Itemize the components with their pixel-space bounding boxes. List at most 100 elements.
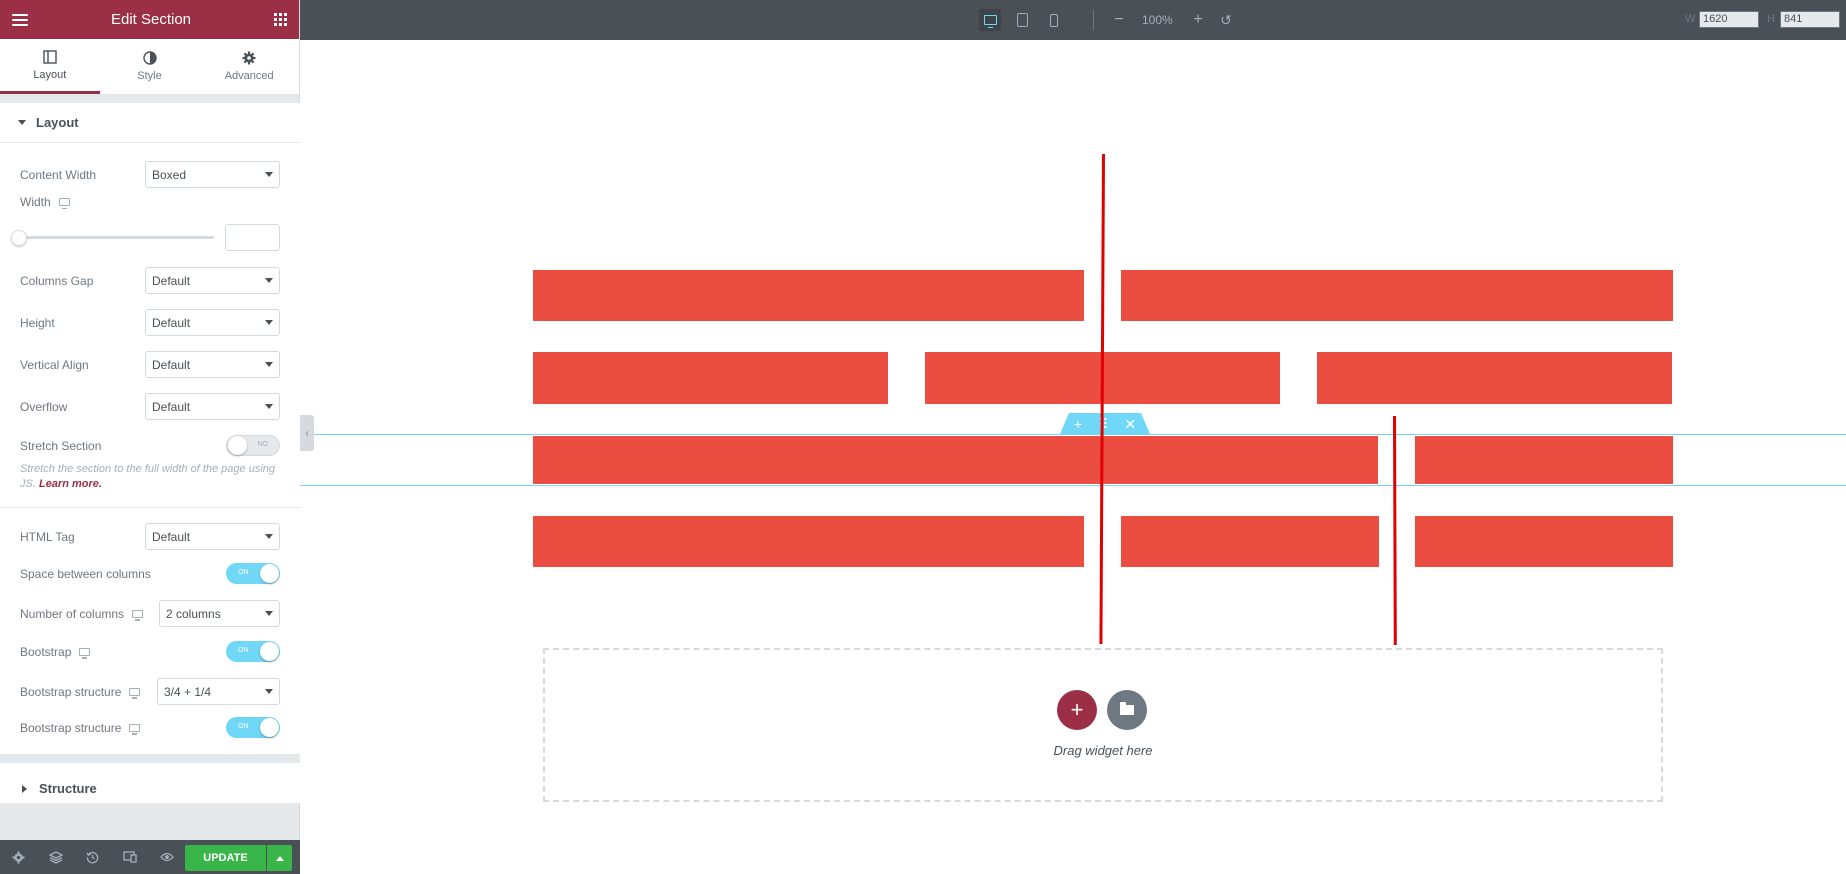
height-select[interactable]: Default: [145, 309, 280, 336]
chevron-down-icon: [265, 362, 273, 367]
control-label: Content Width: [20, 167, 97, 182]
layers-icon[interactable]: [37, 840, 74, 874]
add-template-button[interactable]: [1107, 690, 1147, 730]
content-width-select[interactable]: Boxed: [145, 161, 280, 188]
desktop-icon[interactable]: [129, 687, 141, 699]
vertical-align-select[interactable]: Default: [145, 351, 280, 378]
update-button[interactable]: UPDATE: [185, 845, 266, 871]
control-label: Bootstrap: [20, 644, 72, 659]
desktop-device-button[interactable]: [979, 9, 1001, 31]
content-width-control: Content Width Boxed: [20, 161, 280, 188]
section-title: Structure: [39, 781, 97, 796]
bootstrap-structure-toggle[interactable]: ON: [226, 717, 280, 738]
number-of-columns-control: Number of columns 2 columns: [20, 600, 280, 627]
column-block[interactable]: [533, 352, 888, 404]
drop-zone[interactable]: [543, 648, 1663, 802]
column-block[interactable]: [533, 436, 1378, 484]
control-label: Bootstrap structure: [20, 720, 122, 735]
viewport-width-input[interactable]: 1620: [1699, 11, 1759, 28]
guide-line: [1393, 415, 1397, 645]
responsive-mode-icon[interactable]: [111, 840, 148, 874]
preview-eye-icon[interactable]: [148, 840, 185, 874]
bootstrap-toggle[interactable]: ON: [226, 641, 280, 662]
menu-icon[interactable]: [12, 13, 28, 26]
stretch-section-toggle[interactable]: NO: [226, 435, 280, 456]
toggle-knob: [228, 436, 247, 455]
column-block[interactable]: [1415, 516, 1673, 567]
html-tag-select[interactable]: Default: [145, 523, 280, 550]
desktop-icon[interactable]: [132, 609, 144, 621]
panel-header: Edit Section: [0, 0, 299, 39]
panel-title: Edit Section: [110, 11, 192, 28]
viewport-height-input[interactable]: 841: [1780, 11, 1840, 28]
chevron-left-icon: ‹: [305, 427, 309, 439]
preview-topbar: − 100% + ↺ W 1620 H 841: [300, 0, 1846, 40]
stretch-section-control: Stretch Section NO: [20, 435, 280, 456]
tab-advanced[interactable]: Advanced: [199, 39, 299, 94]
width-label: W: [1685, 13, 1696, 25]
add-section-icon[interactable]: +: [1074, 417, 1082, 431]
gear-icon: [242, 51, 256, 65]
zoom-out-button[interactable]: −: [1109, 10, 1129, 30]
mobile-device-button[interactable]: [1043, 9, 1065, 31]
desktop-icon[interactable]: [129, 723, 141, 735]
panel-content: Layout Content Width Boxed Width Columns…: [0, 103, 300, 803]
space-between-columns-toggle[interactable]: ON: [226, 563, 280, 584]
number-of-columns-select[interactable]: 2 columns: [159, 600, 280, 627]
column-block[interactable]: [1121, 270, 1673, 321]
zoom-in-button[interactable]: +: [1188, 10, 1208, 30]
widgets-grid-icon[interactable]: [273, 13, 287, 26]
structure-section-toggle[interactable]: Structure: [0, 762, 300, 814]
column-block[interactable]: [1317, 352, 1672, 404]
bootstrap-structure-select[interactable]: 3/4 + 1/4: [157, 678, 280, 705]
width-slider-track[interactable]: [20, 236, 214, 239]
columns-gap-control: Columns Gap Default: [20, 267, 280, 294]
column-block[interactable]: [533, 270, 1084, 321]
section-title: Layout: [36, 115, 79, 130]
desktop-icon[interactable]: [79, 647, 91, 659]
tab-layout[interactable]: Layout: [0, 39, 100, 94]
toggle-state: ON: [238, 723, 249, 730]
folder-icon: [1120, 702, 1134, 715]
width-number-input[interactable]: [225, 224, 280, 251]
column-block[interactable]: [1121, 516, 1379, 567]
editor-panel: Edit Section Layout Style Advanced Layou…: [0, 0, 300, 874]
column-block[interactable]: [1415, 436, 1673, 484]
tablet-icon: [1016, 13, 1028, 27]
history-icon[interactable]: [74, 840, 111, 874]
reset-icon: ↺: [1220, 11, 1232, 28]
update-options-button[interactable]: [267, 845, 292, 871]
layout-section-toggle[interactable]: Layout: [0, 103, 300, 143]
bootstrap-control: Bootstrap ON: [20, 641, 280, 662]
control-label: Vertical Align: [20, 357, 89, 372]
tablet-device-button[interactable]: [1011, 9, 1033, 31]
space-between-columns-control: Space between columns ON: [20, 563, 280, 584]
toggle-knob: [260, 718, 279, 737]
tab-label: Layout: [33, 68, 67, 81]
columns-gap-select[interactable]: Default: [145, 267, 280, 294]
chevron-down-icon: [265, 404, 273, 409]
caret-down-icon: [18, 120, 26, 125]
zoom-level: 100%: [1142, 13, 1173, 27]
settings-icon[interactable]: [0, 840, 37, 874]
tab-style[interactable]: Style: [100, 39, 200, 94]
control-label: HTML Tag: [20, 529, 75, 544]
learn-more-link[interactable]: Learn more.: [39, 478, 102, 490]
desktop-icon[interactable]: [58, 198, 70, 209]
close-icon[interactable]: ✕: [1124, 417, 1136, 431]
control-label: Columns Gap: [20, 273, 94, 288]
toggle-state: ON: [238, 569, 249, 576]
width-slider-handle[interactable]: [11, 230, 27, 246]
select-value: Default: [152, 529, 191, 544]
control-label: Number of columns: [20, 606, 125, 621]
overflow-select[interactable]: Default: [145, 393, 280, 420]
add-section-button[interactable]: +: [1057, 690, 1097, 730]
collapse-panel-button[interactable]: ‹: [300, 415, 314, 451]
select-value: 2 columns: [166, 606, 221, 621]
stretch-help-text: Stretch the section to the full width of…: [20, 462, 282, 492]
plus-icon: +: [1193, 11, 1203, 28]
column-block[interactable]: [533, 516, 1084, 567]
reset-zoom-button[interactable]: ↺: [1216, 10, 1236, 30]
mobile-icon: [1050, 13, 1058, 27]
select-value: Default: [152, 273, 191, 288]
